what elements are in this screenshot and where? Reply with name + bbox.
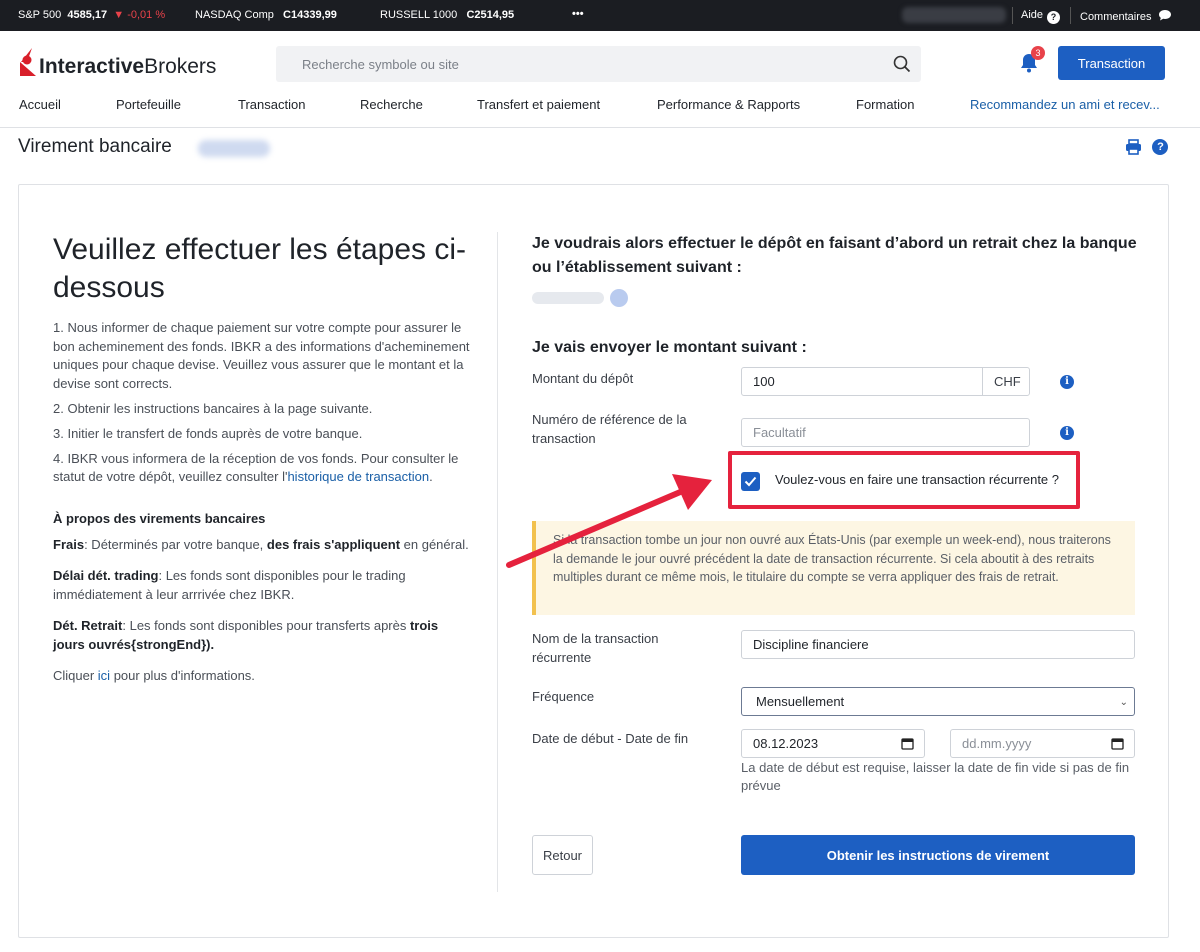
help-icon: ? <box>1047 11 1061 24</box>
redacted-account-badge <box>198 140 270 157</box>
withdraw-label: Dét. Retrait <box>53 618 123 633</box>
info-icon[interactable]: i <box>1060 375 1074 389</box>
market-ticker-bar: S&P 500 4585,17 ▼ -0,01 % NASDAQ Comp C1… <box>0 0 1200 31</box>
fees-info: Frais: Déterminés par votre banque, des … <box>53 536 473 555</box>
divider <box>1012 7 1013 24</box>
recurring-name-input[interactable]: Discipline financiere <box>741 630 1135 659</box>
comments-link[interactable]: Commentaires <box>1080 9 1172 23</box>
main-nav: Accueil Portefeuille Transaction Recherc… <box>0 97 1200 121</box>
withdraw-text: : Les fonds sont disponibles pour transf… <box>122 618 410 633</box>
deposit-source-heading: Je voudrais alors effectuer le dépôt en … <box>532 235 1137 276</box>
logo-text-bold: Interactive <box>39 55 145 78</box>
notifications-button[interactable]: 3 <box>1018 46 1045 79</box>
comments-label: Commentaires <box>1080 11 1152 23</box>
calendar-icon[interactable] <box>1111 737 1124 750</box>
nav-item-formation[interactable]: Formation <box>856 97 915 112</box>
start-date-input[interactable]: 08.12.2023 <box>741 729 925 758</box>
page-title: Virement bancaire <box>18 136 172 157</box>
delay-label: Délai dét. trading <box>53 568 159 583</box>
nav-item-accueil[interactable]: Accueil <box>19 97 61 112</box>
transaction-button[interactable]: Transaction <box>1058 46 1165 80</box>
notification-badge: 3 <box>1031 46 1045 60</box>
fees-label: Frais <box>53 536 85 552</box>
ticker-value: C14339,99 <box>283 9 337 21</box>
more-info-link[interactable]: ici <box>98 668 110 683</box>
chevron-down-icon: ⌄ <box>1119 697 1128 708</box>
ticker-sp500[interactable]: S&P 500 4585,17 ▼ -0,01 % <box>18 9 165 21</box>
recurring-name-label: Nom de la transaction récurrente <box>532 631 659 665</box>
back-button[interactable]: Retour <box>532 835 593 875</box>
frequency-label: Fréquence <box>532 689 595 704</box>
nav-item-transfert[interactable]: Transfert et paiement <box>477 97 600 112</box>
highlight-box <box>728 451 1080 509</box>
search-icon[interactable] <box>893 55 911 73</box>
amount-label: Montant du dépôt <box>532 371 634 386</box>
reference-input[interactable]: Facultatif <box>741 418 1030 447</box>
dates-label: Date de début - Date de fin <box>532 731 689 746</box>
page-tools: ? <box>1125 138 1169 156</box>
reference-label: Numéro de référence de la transaction <box>532 412 687 446</box>
info-icon[interactable]: i <box>1060 426 1074 440</box>
search-input[interactable]: Recherche symbole ou site <box>276 46 921 82</box>
more-info-text: Cliquer <box>53 668 98 683</box>
end-date-input[interactable]: dd.mm.yyyy <box>950 729 1135 758</box>
nav-item-recherche[interactable]: Recherche <box>360 97 423 112</box>
amount-heading: Je vais envoyer le montant suivant : <box>532 339 807 356</box>
redacted-bank-selection <box>532 289 628 307</box>
fees-text-end: en général. <box>400 536 469 552</box>
ib-logo-mark-icon <box>20 48 36 76</box>
nav-item-referral[interactable]: Recommandez un ami et recev... <box>970 97 1160 112</box>
frequency-select[interactable]: Mensuellement ⌄ <box>741 687 1135 716</box>
deposit-form-heading-area: Je voudrais alors effectuer le dépôt en … <box>532 232 1142 280</box>
divider <box>1070 7 1071 24</box>
step-4: 4. IBKR vous informera de la réception d… <box>53 450 473 487</box>
end-date-placeholder: dd.mm.yyyy <box>962 736 1032 751</box>
delay-info: Délai dét. trading: Les fonds sont dispo… <box>53 567 473 604</box>
frequency-value: Mensuellement <box>756 694 845 709</box>
about-heading: À propos des virements bancaires <box>53 510 266 526</box>
step-1: 1. Nous informer de chaque paiement sur … <box>53 320 470 391</box>
annotation-arrow <box>506 474 712 568</box>
instructions-heading: Veuillez effectuer les étapes ci-dessous <box>53 233 467 304</box>
instructions-panel: Veuillez effectuer les étapes ci-dessous… <box>53 231 473 692</box>
nav-item-transaction[interactable]: Transaction <box>238 97 305 112</box>
get-wire-instructions-button[interactable]: Obtenir les instructions de virement <box>741 835 1135 875</box>
more-info: Cliquer ici pour plus d'informations. <box>53 667 473 686</box>
help-icon[interactable]: ? <box>1152 138 1169 155</box>
more-info-end: pour plus d'informations. <box>110 668 255 683</box>
redacted-account-id <box>902 7 1006 23</box>
ticker-value: 4585,17 <box>67 9 108 21</box>
search-placeholder: Recherche symbole ou site <box>302 57 459 72</box>
column-divider <box>497 232 498 892</box>
withdraw-info: Dét. Retrait: Les fonds sont disponibles… <box>53 617 473 654</box>
fees-text: : Déterminés par votre banque, <box>84 536 267 552</box>
ticker-label: NASDAQ Comp <box>195 9 274 21</box>
ticker-russell[interactable]: RUSSELL 1000 C2514,95 <box>380 9 514 21</box>
amount-input[interactable]: 100 <box>741 367 983 396</box>
fees-bold: des frais s'appliquent <box>266 536 401 552</box>
step-4-end: . <box>429 469 433 484</box>
calendar-icon[interactable] <box>901 737 914 750</box>
ticker-nasdaq[interactable]: NASDAQ Comp C14339,99 <box>195 9 337 21</box>
step-2: 2. Obtenir les instructions bancaires à … <box>53 400 373 416</box>
ticker-change: ▼ -0,01 % <box>113 9 166 21</box>
transaction-history-link[interactable]: historique de transaction <box>287 469 429 484</box>
help-label: Aide <box>1021 9 1044 21</box>
dates-hint: La date de début est requise, laisser la… <box>741 760 1130 793</box>
logo-text-light: Brokers <box>144 55 217 78</box>
start-date-value: 08.12.2023 <box>753 736 819 751</box>
ticker-value: C2514,95 <box>466 9 515 21</box>
currency-addon: CHF <box>982 367 1030 396</box>
nav-item-performance[interactable]: Performance & Rapports <box>657 97 800 112</box>
print-icon[interactable] <box>1125 138 1142 155</box>
ticker-more-button[interactable]: ••• <box>572 8 584 20</box>
nav-item-portefeuille[interactable]: Portefeuille <box>116 97 181 112</box>
step-3: 3. Initier le transfert de fonds auprès … <box>53 425 363 441</box>
ticker-label: RUSSELL 1000 <box>380 9 458 21</box>
ticker-label: S&P 500 <box>18 9 62 21</box>
chat-icon <box>1158 10 1171 21</box>
help-link[interactable]: Aide? <box>1021 9 1061 24</box>
site-header: InteractiveBrokers Recherche symbole ou … <box>0 31 1200 128</box>
